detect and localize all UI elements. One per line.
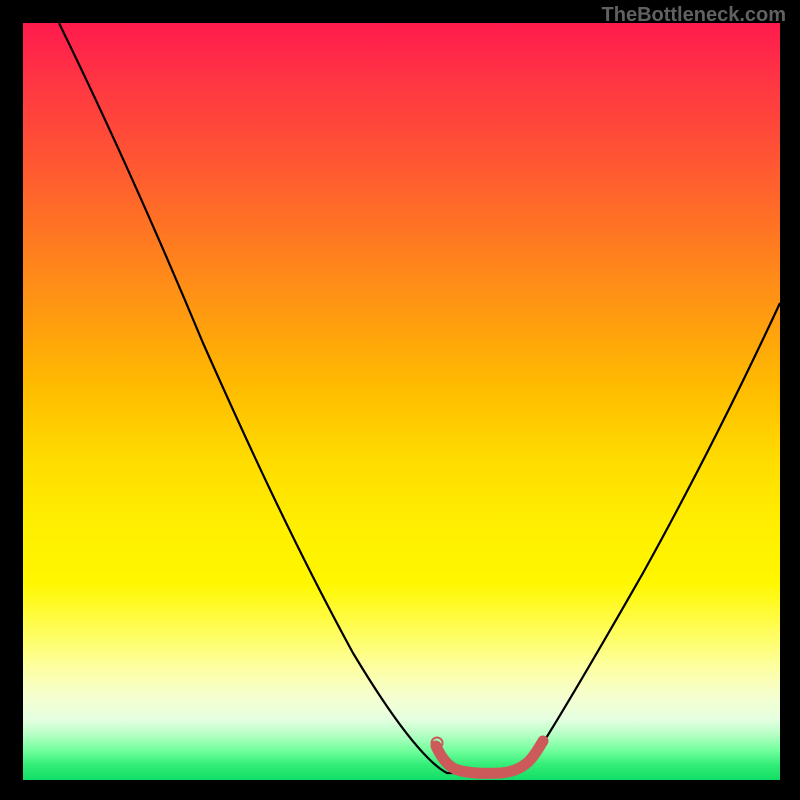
watermark-text: TheBottleneck.com xyxy=(602,4,786,27)
chart-svg xyxy=(23,23,780,780)
chart-container: TheBottleneck.com xyxy=(0,0,800,800)
plot-area xyxy=(23,23,780,780)
optimal-zone-marker xyxy=(436,741,543,773)
bottleneck-curve-line xyxy=(59,23,780,773)
